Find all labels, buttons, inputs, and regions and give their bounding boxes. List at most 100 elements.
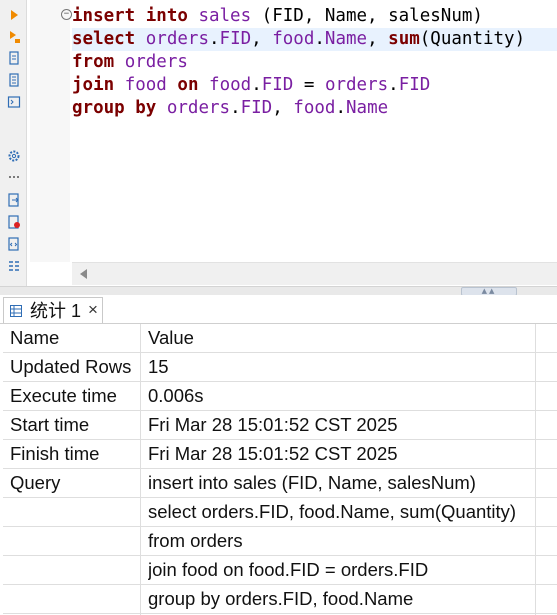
terminal-icon[interactable]	[7, 95, 21, 109]
code-token: from	[72, 52, 115, 72]
cell-name[interactable]	[10, 556, 140, 584]
code-token: insert into	[72, 6, 188, 26]
code-token: orders	[166, 98, 231, 118]
table-grid-icon	[10, 305, 22, 317]
settings-icon[interactable]	[7, 149, 21, 163]
tab-label: 统计 1	[30, 301, 82, 321]
error-file-icon[interactable]	[7, 215, 21, 229]
code-token: =	[293, 75, 325, 95]
code-token: FID	[240, 98, 273, 118]
table-row[interactable]: group by orders.FID, food.Name	[3, 585, 557, 614]
table-row[interactable]: Finish time Fri Mar 28 15:01:52 CST 2025	[3, 440, 557, 469]
code-token: Name	[346, 98, 389, 118]
cell-value[interactable]: 0.006s	[148, 382, 538, 410]
code-token: select	[72, 29, 136, 49]
code-token: orders	[145, 29, 209, 49]
code-line[interactable]: insert into sales (FID, Name, salesNum)	[72, 5, 557, 28]
cell-name[interactable]	[10, 527, 140, 555]
code-token: .	[230, 98, 241, 118]
code-token: .	[314, 29, 325, 49]
code-line[interactable]: select orders.FID, food.Name, sum(Quanti…	[72, 28, 557, 51]
run-explain-icon[interactable]	[7, 30, 21, 44]
code-token: orders	[124, 52, 188, 72]
fold-toggle-icon[interactable]: −	[61, 9, 72, 20]
code-token: (FID, Name, salesNum)	[251, 6, 483, 26]
cell-name[interactable]: Query	[10, 469, 140, 497]
code-line[interactable]: group by orders.FID, food.Name	[72, 97, 557, 120]
scroll-left-icon[interactable]	[80, 269, 87, 279]
close-icon[interactable]: ×	[88, 300, 98, 320]
code-token: (Quantity)	[419, 29, 526, 49]
code-token: group by	[72, 98, 157, 118]
file-code-icon[interactable]	[7, 237, 21, 251]
table-row[interactable]: join food on food.FID = orders.FID	[3, 556, 557, 585]
table-row[interactable]: from orders	[3, 527, 557, 556]
code-token: .	[388, 75, 399, 95]
code-token: ,	[367, 29, 389, 49]
code-token: join	[72, 75, 115, 95]
code-token: .	[251, 75, 262, 95]
code-token: food	[293, 98, 336, 118]
table-row[interactable]: Execute time 0.006s	[3, 382, 557, 411]
table-row[interactable]: Updated Rows 15	[3, 353, 557, 382]
sql-editor[interactable]: − insert into sales (FID, Name, salesNum…	[0, 0, 557, 286]
code-token: FID	[219, 29, 252, 49]
cell-name[interactable]: Updated Rows	[10, 353, 140, 381]
table-row[interactable]: Start time Fri Mar 28 15:01:52 CST 2025	[3, 411, 557, 440]
format-icon[interactable]	[7, 259, 21, 273]
table-row[interactable]: select orders.FID, food.Name, sum(Quanti…	[3, 498, 557, 527]
horizontal-scrollbar[interactable]	[72, 262, 557, 285]
code-token: food	[124, 75, 167, 95]
code-token: ,	[272, 98, 294, 118]
cell-value[interactable]: join food on food.FID = orders.FID	[148, 556, 538, 584]
code-token: FID	[261, 75, 294, 95]
result-tab-bar: 统计 1 ×	[0, 295, 557, 324]
code-token: FID	[398, 75, 431, 95]
fold-column	[30, 0, 70, 262]
cell-name[interactable]: Execute time	[10, 382, 140, 410]
code-token: .	[335, 98, 346, 118]
more-dots-icon[interactable]	[7, 170, 21, 184]
code-token: sales	[198, 6, 252, 26]
run-icon[interactable]	[7, 8, 21, 22]
column-header-value[interactable]: Value	[148, 324, 538, 352]
code-token: food	[272, 29, 315, 49]
code-token: Name	[324, 29, 368, 49]
result-table: Name Value Updated Rows 15 Execute time 0.0…	[3, 324, 557, 614]
script-icon[interactable]	[7, 51, 21, 65]
sql-code[interactable]: insert into sales (FID, Name, salesNum) s…	[72, 5, 557, 120]
cell-value[interactable]: group by orders.FID, food.Name	[148, 585, 538, 613]
code-line[interactable]: from orders	[72, 51, 557, 74]
code-line[interactable]: join food on food.FID = orders.FID	[72, 74, 557, 97]
script-list-icon[interactable]	[7, 73, 21, 87]
cell-value[interactable]: 15	[148, 353, 538, 381]
cell-name[interactable]	[10, 585, 140, 613]
column-header-name[interactable]: Name	[10, 324, 140, 352]
cell-value[interactable]: insert into sales (FID, Name, salesNum)	[148, 469, 538, 497]
table-header-row: Name Value	[3, 324, 557, 353]
code-token: orders	[324, 75, 389, 95]
code-token: ,	[251, 29, 273, 49]
cell-value[interactable]: from orders	[148, 527, 538, 555]
tab-result-stats[interactable]: 统计 1 ×	[3, 297, 103, 323]
cell-name[interactable]: Start time	[10, 411, 140, 439]
cell-name[interactable]	[10, 498, 140, 526]
code-token: food	[209, 75, 252, 95]
table-row[interactable]: Query insert into sales (FID, Name, sales…	[3, 469, 557, 498]
cell-value[interactable]: Fri Mar 28 15:01:52 CST 2025	[148, 440, 538, 468]
cell-value[interactable]: Fri Mar 28 15:01:52 CST 2025	[148, 411, 538, 439]
cell-name[interactable]: Finish time	[10, 440, 140, 468]
code-token: sum	[388, 29, 420, 49]
export-icon[interactable]	[7, 193, 21, 207]
code-token: on	[177, 75, 199, 95]
cell-value[interactable]: select orders.FID, food.Name, sum(Quanti…	[148, 498, 538, 526]
editor-toolbar	[0, 0, 27, 286]
code-token: .	[208, 29, 220, 49]
